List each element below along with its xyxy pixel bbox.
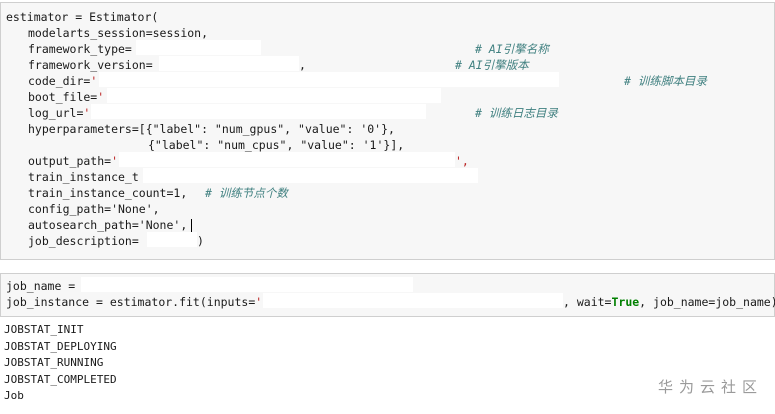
code-line-train-instance-type: train_instance_t	[28, 170, 139, 184]
code-line-config-path: config_path='None',	[28, 202, 160, 216]
code-line-hyperparameters-2: {"label": "num_cpus", "value": '1'}],	[148, 138, 405, 152]
comment-log-url: # 训练日志目录	[475, 106, 558, 120]
code-line-train-instance-count: train_instance_count=1,	[28, 186, 188, 200]
output-line: JOBSTAT_RUNNING	[4, 356, 104, 369]
code-line-session: modelarts_session=session,	[28, 26, 209, 40]
text-cursor	[191, 219, 192, 232]
watermark: 华为云社区	[657, 378, 763, 396]
code-line-job-instance: job_instance = estimator.fit(inputs='	[6, 295, 263, 309]
code-line-job-name: job_name =	[6, 279, 76, 293]
code-line-output-path: output_path='	[28, 154, 119, 168]
redacted-region	[263, 293, 563, 308]
comment-framework-type: # AI引擎名称	[475, 42, 549, 56]
code-line-code-dir: code_dir='	[28, 74, 98, 88]
code-line-framework-version: framework_version=	[28, 58, 153, 72]
redacted-region	[119, 152, 455, 167]
output-line: JOBSTAT_INIT	[4, 323, 84, 336]
output-line: Job	[4, 389, 24, 402]
code-line-autosearch-path: autosearch_path='None',	[28, 218, 188, 232]
code-line-estimator: estimator = Estimator(	[6, 10, 159, 24]
code-cell-fit[interactable]: job_name = job_instance = estimator.fit(…	[0, 273, 775, 317]
redacted-region	[147, 232, 197, 247]
code-close-paren: )	[197, 234, 204, 248]
code-comma: ,	[299, 58, 306, 72]
output-line: JOBSTAT_COMPLETED	[4, 372, 117, 386]
redacted-region	[91, 104, 426, 119]
cell-output: JOBSTAT_INIT JOBSTAT_DEPLOYING JOBSTAT_R…	[4, 322, 117, 405]
redacted-region	[159, 56, 299, 71]
output-line: JOBSTAT_DEPLOYING	[4, 339, 117, 353]
comment-train-instance-count: # 训练节点个数	[205, 186, 288, 200]
code-line-job-instance-tail: , wait=True, job_name=job_name)	[563, 295, 775, 309]
redacted-region	[136, 40, 261, 55]
redacted-region	[81, 277, 413, 292]
comment-framework-version: # AI引擎版本	[455, 58, 529, 72]
comment-code-dir: # 训练脚本目录	[624, 74, 707, 88]
redacted-region	[107, 88, 441, 103]
code-line-boot-file: boot_file='	[28, 90, 105, 104]
code-cell-estimator[interactable]: estimator = Estimator( modelarts_session…	[0, 2, 775, 260]
code-line-output-path-tail: ',	[455, 154, 469, 168]
code-line-log-url: log_url='	[28, 106, 91, 120]
redacted-region	[143, 168, 478, 183]
code-line-job-description: job_description=	[28, 234, 139, 248]
code-line-framework-type: framework_type=	[28, 42, 132, 56]
code-line-hyperparameters: hyperparameters=[{"label": "num_gpus", "…	[28, 122, 395, 136]
redacted-region	[99, 72, 559, 87]
